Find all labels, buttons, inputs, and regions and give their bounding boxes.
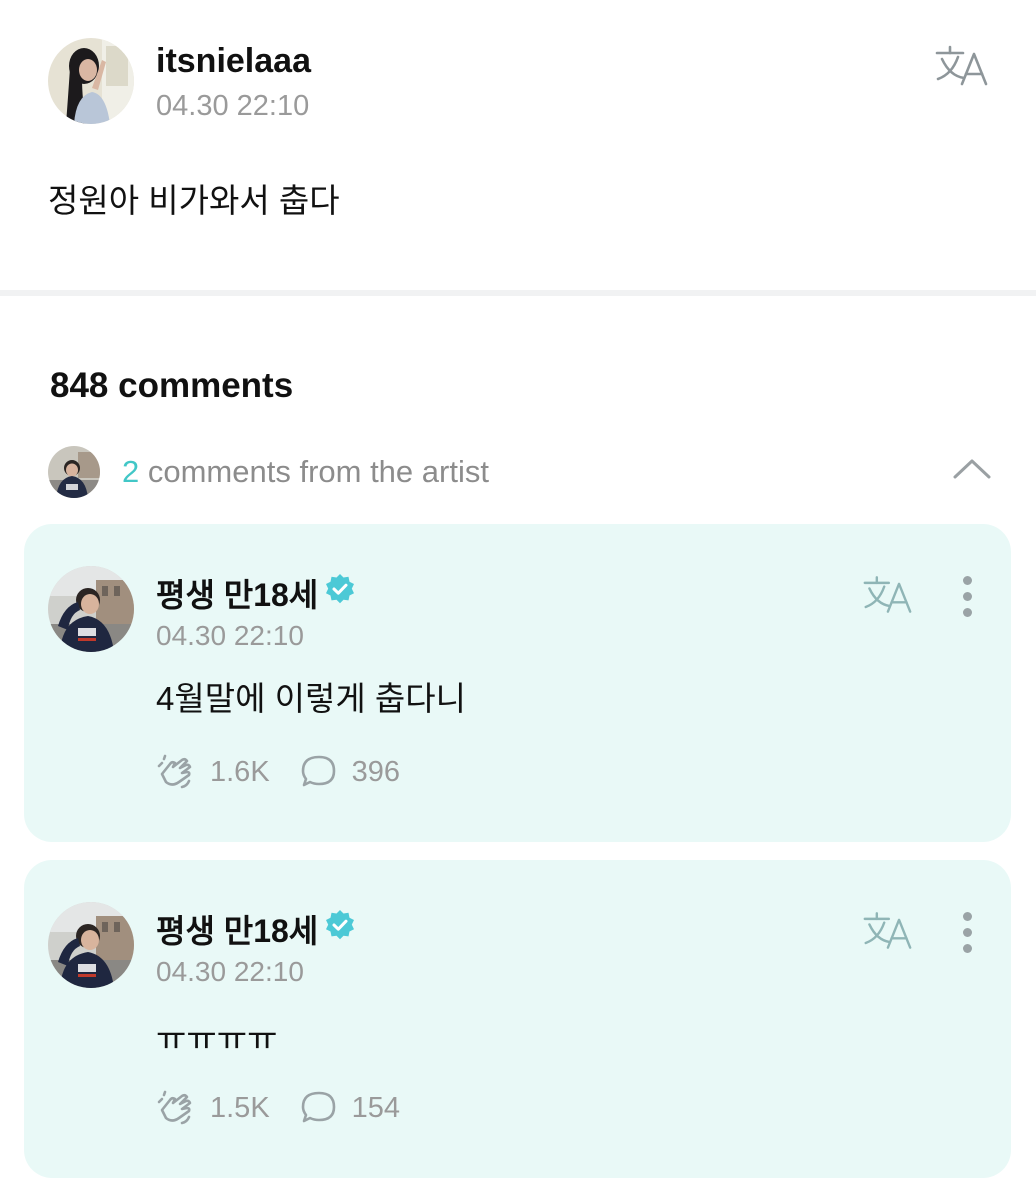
cheer-count: 1.5K	[210, 1091, 270, 1124]
cheer-button[interactable]: 1.6K	[156, 754, 270, 790]
reply-count: 396	[351, 755, 401, 788]
reply-count: 154	[351, 1091, 401, 1124]
cheer-hand-icon	[157, 754, 192, 789]
post-timestamp: 04.30 22:10	[156, 90, 310, 122]
artist-comment-card: 평생 만18세 04.30 22:10 4월말에 이렇게 춥다니 1.6K 39…	[24, 524, 1011, 842]
post-text: 정원아 비가와서 춥다	[48, 182, 340, 219]
speech-bubble-icon	[301, 755, 335, 787]
comment-actions: 1.6K 396	[156, 754, 400, 790]
post-header: itsnielaaa 04.30 22:10	[48, 38, 988, 128]
section-divider	[0, 290, 1036, 296]
translate-icon[interactable]	[862, 574, 912, 619]
verified-badge-icon	[324, 573, 356, 613]
cheer-hand-icon	[157, 1090, 192, 1125]
commenter-name-text: 평생 만18세	[156, 913, 319, 949]
translate-icon[interactable]	[862, 910, 912, 955]
comment-text: 4월말에 이렇게 춥다니	[156, 680, 466, 717]
artist-mini-avatar	[48, 446, 100, 498]
verified-badge-icon	[324, 909, 356, 949]
commenter-name-text: 평생 만18세	[156, 577, 319, 613]
translate-icon[interactable]	[934, 44, 988, 91]
comment-actions: 1.5K 154	[156, 1090, 400, 1126]
commenter-avatar[interactable]	[48, 566, 134, 652]
artist-comments-count: 2	[122, 454, 140, 489]
speech-bubble-icon	[301, 1091, 335, 1123]
cheer-button[interactable]: 1.5K	[156, 1090, 270, 1126]
more-vertical-icon[interactable]	[957, 912, 977, 956]
chevron-up-icon[interactable]	[952, 456, 992, 485]
commenter-avatar[interactable]	[48, 902, 134, 988]
reply-button[interactable]: 396	[300, 754, 400, 790]
artist-comments-toggle[interactable]: 2 comments from the artist	[48, 446, 992, 498]
author-name[interactable]: itsnielaaa	[156, 42, 311, 81]
comment-timestamp: 04.30 22:10	[156, 620, 304, 651]
commenter-name[interactable]: 평생 만18세	[156, 906, 356, 952]
artist-comment-card: 평생 만18세 04.30 22:10 ㅠㅠㅠㅠ 1.5K 154	[24, 860, 1011, 1178]
comment-timestamp: 04.30 22:10	[156, 956, 304, 987]
author-avatar[interactable]	[48, 38, 134, 124]
reply-button[interactable]: 154	[300, 1090, 400, 1126]
artist-comments-text: comments from the artist	[139, 454, 489, 489]
artist-comments-label: 2 comments from the artist	[122, 454, 489, 490]
commenter-name[interactable]: 평생 만18세	[156, 570, 356, 616]
more-vertical-icon[interactable]	[957, 576, 977, 620]
comment-text: ㅠㅠㅠㅠ	[156, 1020, 278, 1057]
comments-count: 848 comments	[50, 366, 294, 405]
cheer-count: 1.6K	[210, 755, 270, 788]
